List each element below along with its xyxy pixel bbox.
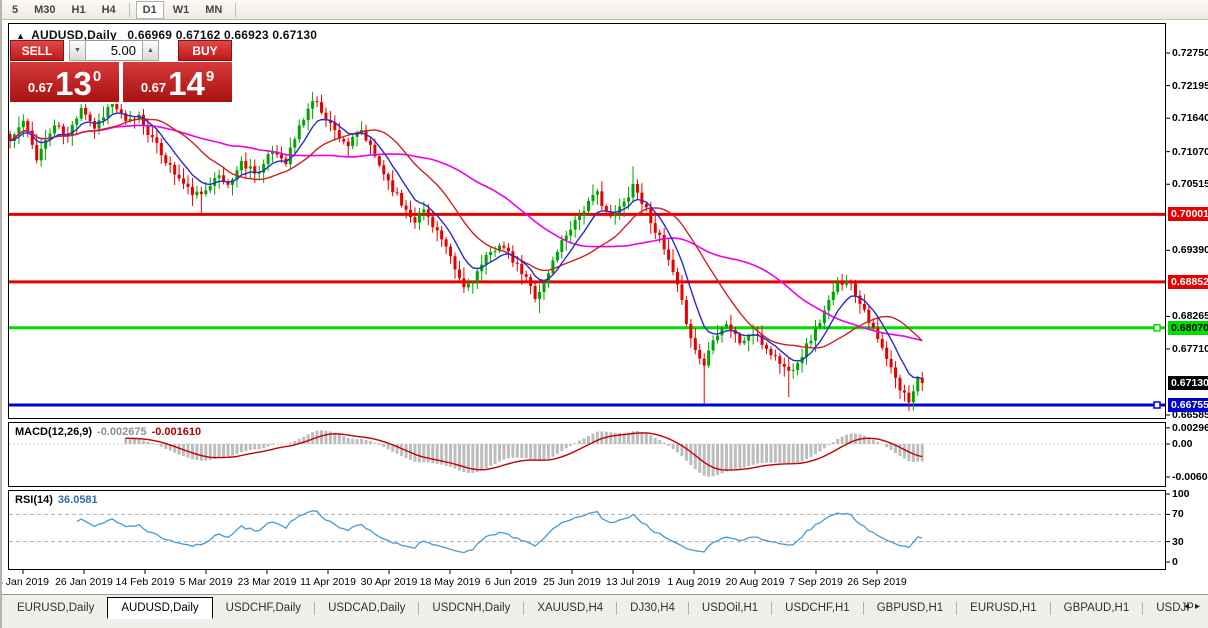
rsi-axis-tick: 0	[1172, 556, 1178, 568]
chart-tab-usdcnh-daily[interactable]: USDCNH,Daily	[419, 597, 523, 619]
chart-tab-usdcad-daily[interactable]: USDCAD,Daily	[315, 597, 418, 619]
volume-input[interactable]	[86, 40, 142, 61]
level-price-badge: 0.66755	[1168, 398, 1208, 412]
rsi-axis-tick: 100	[1172, 488, 1190, 500]
price-axis-tick: 0.72750	[1172, 47, 1208, 59]
macd-name: MACD(12,26,9)	[15, 426, 92, 438]
date-axis-label: 11 Apr 2019	[300, 576, 356, 588]
date-axis-label: 14 Feb 2019	[116, 576, 175, 588]
one-click-trade-panel: SELL ▼ ▲ BUY 0.67 13 0 0.67 14 9	[10, 40, 232, 104]
date-axis-label: 18 May 2019	[420, 576, 481, 588]
timeframe-button-h4[interactable]: H4	[95, 1, 123, 19]
toolbar-separator	[235, 3, 236, 17]
macd-axis-tick: 0.002968	[1172, 422, 1208, 434]
date-axis-label: 6 Jun 2019	[485, 576, 537, 588]
date-axis-label: 30 Apr 2019	[361, 576, 418, 588]
chart-tab-eurusd-daily[interactable]: EURUSD,Daily	[4, 597, 107, 619]
date-axis-label: 26 Sep 2019	[847, 576, 907, 588]
price-axis-tick: 0.67710	[1172, 343, 1208, 355]
tab-scroll-left-icon[interactable]: ◂	[1184, 601, 1195, 612]
date-axis-label: 8 Jan 2019	[0, 576, 49, 588]
date-axis-label: 5 Mar 2019	[179, 576, 232, 588]
chart-tab-dj30-h4[interactable]: DJ30,H4	[617, 597, 688, 619]
sell-price-quote[interactable]: 0.67 13 0	[10, 62, 119, 102]
price-axis-tick: 0.69390	[1172, 244, 1208, 256]
rsi-pane[interactable]	[8, 490, 1166, 570]
date-axis-label: 26 Jan 2019	[55, 576, 113, 588]
rsi-axis-tick: 70	[1172, 508, 1184, 520]
chart-tab-gbpaud-h1[interactable]: GBPAUD,H1	[1051, 597, 1143, 619]
chart-tab-gbpusd-h1[interactable]: GBPUSD,H1	[864, 597, 956, 619]
date-axis-label: 7 Sep 2019	[789, 576, 843, 588]
price-axis-tick: 0.72195	[1172, 80, 1208, 92]
chart-tab-bar: EURUSD,DailyAUDUSD,DailyUSDCHF,DailyUSDC…	[2, 594, 1208, 628]
date-axis-label: 25 Jun 2019	[543, 576, 601, 588]
level-price-badge: 0.70001	[1168, 207, 1208, 221]
tab-scroll-right-icon[interactable]: ▸	[1195, 601, 1206, 612]
level-price-badge: 0.68852	[1168, 275, 1208, 289]
macd-axis-tick: -0.006047	[1172, 471, 1208, 483]
chart-tab-usdoil-h1[interactable]: USDOil,H1	[689, 597, 771, 619]
timeframe-button-m30[interactable]: M30	[27, 1, 62, 19]
volume-increase-button[interactable]: ▲	[142, 40, 159, 61]
date-axis-label: 1 Aug 2019	[667, 576, 720, 588]
trade-controls-row: SELL ▼ ▲ BUY	[10, 40, 232, 61]
macd-value: -0.002675	[97, 426, 147, 438]
rsi-name: RSI(14)	[15, 494, 53, 506]
current-price-badge: 0.67130	[1168, 376, 1208, 390]
buy-price-pips: 14	[168, 69, 205, 99]
timeframe-button-5[interactable]: 5	[5, 1, 25, 19]
sell-price-pips: 13	[55, 69, 92, 99]
chart-tab-usdchf-h1[interactable]: USDCHF,H1	[772, 597, 863, 619]
macd-axis-tick: 0.00	[1172, 438, 1192, 450]
buy-price-quote[interactable]: 0.67 14 9	[123, 62, 232, 102]
rsi-axis-tick: 30	[1172, 536, 1184, 548]
buy-price-point: 9	[206, 68, 214, 85]
buy-button[interactable]: BUY	[178, 40, 232, 61]
chart-tab-xauusd-h4[interactable]: XAUUSD,H4	[524, 597, 616, 619]
macd-label: MACD(12,26,9) -0.002675 -0.001610	[15, 426, 201, 438]
chart-tab-eurusd-h1[interactable]: EURUSD,H1	[957, 597, 1049, 619]
rsi-value: 36.0581	[58, 494, 98, 506]
date-axis-label: 20 Aug 2019	[726, 576, 785, 588]
chart-tab-audusd-daily[interactable]: AUDUSD,Daily	[107, 597, 212, 619]
sell-price-prefix: 0.67	[28, 80, 53, 95]
timeframe-button-mn[interactable]: MN	[198, 1, 229, 19]
chart-tab-usdchf-daily[interactable]: USDCHF,Daily	[213, 597, 314, 619]
buy-price-prefix: 0.67	[141, 80, 166, 95]
timeframe-toolbar: 5M30H1H4 D1W1MN	[2, 0, 1208, 20]
level-price-badge: 0.68070	[1168, 321, 1208, 335]
trading-terminal-window: 5M30H1H4D1W1MN ▲AUDUSD,Daily 0.66969 0.6…	[0, 0, 1208, 628]
rsi-label: RSI(14) 36.0581	[15, 494, 98, 506]
price-axis-tick: 0.70515	[1172, 178, 1208, 190]
date-axis-label: 23 Mar 2019	[238, 576, 297, 588]
price-axis-tick: 0.71070	[1172, 146, 1208, 158]
date-axis-label: 13 Jul 2019	[606, 576, 660, 588]
tab-scroll-arrows[interactable]: ◂▸	[1184, 601, 1206, 612]
volume-decrease-button[interactable]: ▼	[69, 40, 86, 61]
timeframe-button-w1[interactable]: W1	[166, 1, 197, 19]
timeframe-button-d1[interactable]: D1	[136, 1, 164, 19]
macd-signal-value: -0.001610	[152, 426, 202, 438]
toolbar-separator	[129, 3, 130, 17]
price-axis-tick: 0.71640	[1172, 112, 1208, 124]
sell-price-point: 0	[93, 68, 101, 85]
sell-button[interactable]: SELL	[10, 40, 64, 61]
timeframe-button-h1[interactable]: H1	[65, 1, 93, 19]
